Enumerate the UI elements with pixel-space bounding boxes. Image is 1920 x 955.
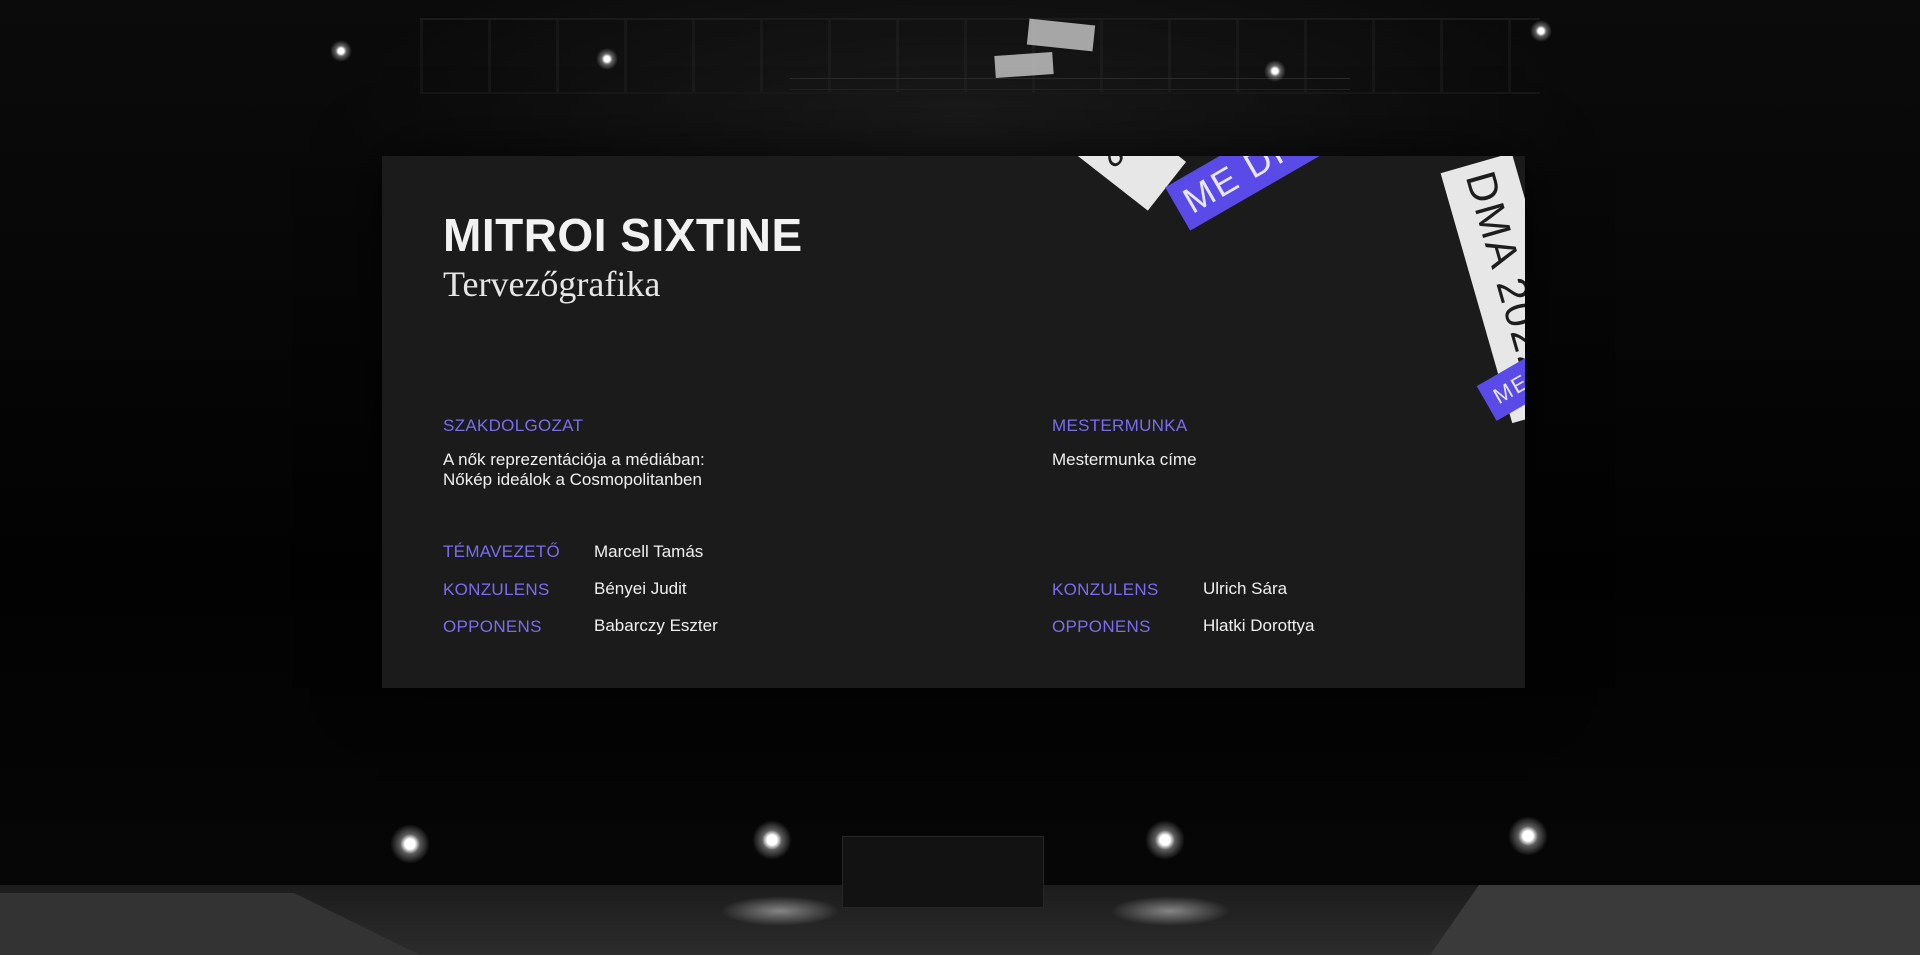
thesis-role-person: Babarczy Eszter <box>594 616 718 635</box>
floor-light <box>390 824 430 864</box>
ribbon-top-white: 22 <box>1072 156 1187 211</box>
lighting-bar <box>790 78 1350 90</box>
thesis-role-person: Bényei Judit <box>594 579 687 598</box>
thesis-role-label: TÉMAVEZETŐ <box>443 542 560 561</box>
ribbon-vertical-text: DMA 2022 <box>1456 166 1525 383</box>
masterwork-role-person: Hlatki Dorottya <box>1203 616 1315 635</box>
thesis-title-line-1: A nők reprezentációja a médiában: <box>443 450 705 469</box>
hanging-sign <box>994 52 1054 78</box>
thesis-heading: SZAKDOLGOZAT <box>443 416 584 435</box>
floor-light <box>1145 820 1185 860</box>
ceiling-light <box>596 48 618 70</box>
floor-light <box>1508 816 1548 856</box>
floor-light <box>752 820 792 860</box>
thesis-role-label: OPPONENS <box>443 617 542 636</box>
ribbon-top-purple: ME DI <box>1165 156 1329 231</box>
stage-podium <box>842 836 1044 908</box>
light-spill <box>1110 896 1230 926</box>
masterwork-role-person: Ulrich Sára <box>1203 579 1288 598</box>
masterwork-role-label: OPPONENS <box>1052 617 1151 636</box>
student-name: MITROI SIXTINE <box>443 209 803 261</box>
thesis-role-person: Marcell Tamás <box>594 542 704 561</box>
stage-platform <box>1430 885 1920 955</box>
light-spill <box>720 896 840 926</box>
ceiling-light <box>1264 60 1286 82</box>
ribbon-top-purple-text: ME DI <box>1175 156 1292 222</box>
thesis-title-line-2: Nőkép ideálok a Cosmopolitanben <box>443 470 702 489</box>
masterwork-role-label: KONZULENS <box>1052 580 1159 599</box>
ribbon-small-purple-text: ME <box>1488 368 1525 409</box>
ceiling-light <box>1530 20 1552 42</box>
thesis-role-label: KONZULENS <box>443 580 550 599</box>
department-name: Tervezőgrafika <box>443 264 661 304</box>
ribbon-top-white-text: 22 <box>1088 156 1145 175</box>
projection-screen: MITROI SIXTINE Tervezőgrafika SZAKDOLGOZ… <box>382 156 1525 688</box>
masterwork-heading: MESTERMUNKA <box>1052 416 1188 435</box>
masterwork-title: Mestermunka címe <box>1052 450 1197 469</box>
ceiling-light <box>330 40 352 62</box>
